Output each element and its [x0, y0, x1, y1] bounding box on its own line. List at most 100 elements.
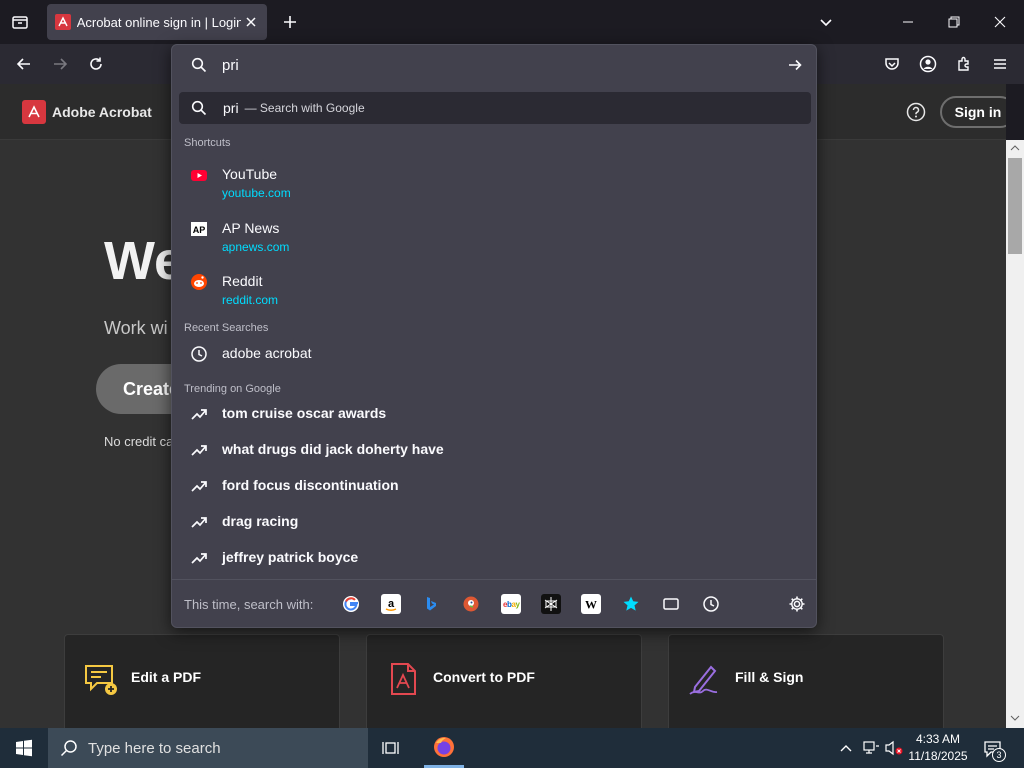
scroll-down-icon[interactable] [1010, 714, 1020, 722]
volume-muted-icon[interactable] [884, 739, 904, 757]
shortcuts-header: Shortcuts [184, 137, 231, 149]
trending-icon [190, 441, 208, 459]
ebay-engine-icon[interactable]: ebay [501, 594, 521, 614]
card-fill-sign[interactable]: Fill & Sign [668, 634, 944, 728]
clock-date: 11/18/2025 [908, 749, 968, 763]
bing-engine-icon[interactable] [421, 594, 441, 614]
svg-text:y: y [516, 600, 521, 609]
duckduckgo-engine-icon[interactable] [461, 594, 481, 614]
card-edit-pdf[interactable]: Edit a PDF [64, 634, 340, 728]
taskbar-search-box[interactable]: Type here to search [48, 728, 368, 768]
google-engine-icon[interactable] [341, 594, 361, 614]
shortcut-url: youtube.com [222, 186, 291, 200]
shortcut-name: AP News [222, 220, 280, 236]
trending-item[interactable]: ford focus discontinuation [172, 469, 816, 501]
go-arrow-icon[interactable] [786, 56, 804, 74]
trending-item[interactable]: jeffrey patrick boyce [172, 541, 816, 573]
trending-icon [190, 477, 208, 495]
network-icon[interactable] [862, 739, 880, 757]
scroll-thumb[interactable] [1008, 158, 1022, 254]
windows-taskbar: Type here to search 4:33 AM 11/18/2025 3 [0, 728, 1024, 768]
shortcut-apnews[interactable]: AP AP News apnews.com [172, 214, 816, 262]
minimize-icon[interactable] [898, 12, 918, 32]
urlbar-panel: pri — Search with Google Shortcuts YouTu… [171, 44, 817, 628]
history-icon[interactable] [701, 594, 721, 614]
wikipedia-engine-icon[interactable]: W [581, 594, 601, 614]
trending-text: what drugs did jack doherty have [222, 441, 444, 457]
trending-item[interactable]: tom cruise oscar awards [172, 397, 816, 429]
tab-strip: Acrobat online sign in | Login to [0, 0, 1024, 44]
back-arrow-icon[interactable] [14, 54, 34, 74]
amazon-engine-icon[interactable]: a [381, 594, 401, 614]
youtube-icon [190, 166, 208, 184]
adobe-acrobat-logo-icon [22, 100, 46, 124]
shortcut-name: Reddit [222, 273, 263, 289]
reload-icon[interactable] [86, 54, 106, 74]
brand[interactable]: Adobe Acrobat [22, 100, 152, 124]
sign-in-button[interactable]: Sign in [940, 96, 1006, 128]
urlbar[interactable] [172, 45, 816, 85]
new-tab-icon[interactable] [280, 12, 300, 32]
acrobat-favicon-icon [55, 14, 71, 30]
trending-text: tom cruise oscar awards [222, 405, 387, 421]
card-convert-to-pdf[interactable]: Convert to PDF [366, 634, 642, 728]
no-credit-card-note: No credit ca [104, 434, 174, 449]
reddit-icon [190, 273, 208, 291]
one-off-search-bar: This time, search with: a ebay W [172, 579, 816, 627]
apnews-icon: AP [190, 220, 208, 238]
urlbar-input[interactable] [222, 54, 762, 76]
suggestion-query: pri [223, 100, 239, 116]
list-tabs-chevron-icon[interactable] [816, 12, 836, 32]
trending-header: Trending on Google [184, 383, 281, 395]
shortcut-youtube[interactable]: YouTube youtube.com [172, 160, 816, 208]
scroll-up-icon[interactable] [1010, 144, 1020, 152]
tabs-icon[interactable] [661, 594, 681, 614]
brand-name: Adobe Acrobat [52, 104, 152, 120]
clock-time: 4:33 AM [915, 732, 961, 746]
shortcut-reddit[interactable]: Reddit reddit.com [172, 267, 816, 315]
task-view-icon[interactable] [382, 738, 402, 758]
recent-search-item[interactable]: adobe acrobat [172, 337, 816, 369]
close-window-icon[interactable] [990, 12, 1010, 32]
tab-title: Acrobat online sign in | Login to [76, 14, 242, 30]
extensions-icon[interactable] [954, 54, 974, 74]
fill-sign-icon [687, 661, 723, 697]
search-icon [190, 56, 208, 74]
trending-icon [190, 405, 208, 423]
convert-pdf-icon [385, 661, 421, 697]
search-icon [190, 99, 208, 117]
card-label: Fill & Sign [735, 669, 804, 685]
taskbar-search-placeholder: Type here to search [88, 739, 221, 757]
account-icon[interactable] [918, 54, 938, 74]
svg-text:AP: AP [193, 225, 206, 235]
menu-hamburger-icon[interactable] [990, 54, 1010, 74]
show-hidden-icons-chevron-icon[interactable] [838, 740, 854, 756]
tab-active[interactable]: Acrobat online sign in | Login to [47, 4, 267, 40]
trending-item[interactable]: what drugs did jack doherty have [172, 433, 816, 465]
trending-icon [190, 513, 208, 531]
perplexity-engine-icon[interactable] [541, 594, 561, 614]
tab-close-icon[interactable] [243, 14, 259, 30]
bookmarks-star-icon[interactable] [621, 594, 641, 614]
firefox-view-icon[interactable] [10, 12, 30, 32]
help-icon[interactable] [906, 102, 926, 122]
notification-count-badge: 3 [992, 748, 1006, 762]
restore-icon[interactable] [944, 12, 964, 32]
trending-text: drag racing [222, 513, 299, 529]
hero-subtitle: Work wi [104, 318, 168, 338]
windows-start-icon[interactable] [14, 738, 34, 758]
search-suggestion-row[interactable]: pri — Search with Google [179, 92, 811, 124]
history-clock-icon [190, 345, 208, 363]
trending-icon [190, 549, 208, 567]
search-settings-gear-icon[interactable] [787, 594, 807, 614]
svg-text:W: W [585, 598, 597, 612]
shortcut-name: YouTube [222, 166, 278, 182]
system-clock[interactable]: 4:33 AM 11/18/2025 [904, 731, 972, 765]
firefox-taskbar-icon[interactable] [424, 728, 464, 768]
pocket-icon[interactable] [882, 54, 902, 74]
trending-text: ford focus discontinuation [222, 477, 399, 493]
shortcut-url: reddit.com [222, 293, 279, 307]
forward-arrow-icon[interactable] [50, 54, 70, 74]
recent-search-text: adobe acrobat [222, 345, 312, 361]
trending-item[interactable]: drag racing [172, 505, 816, 537]
